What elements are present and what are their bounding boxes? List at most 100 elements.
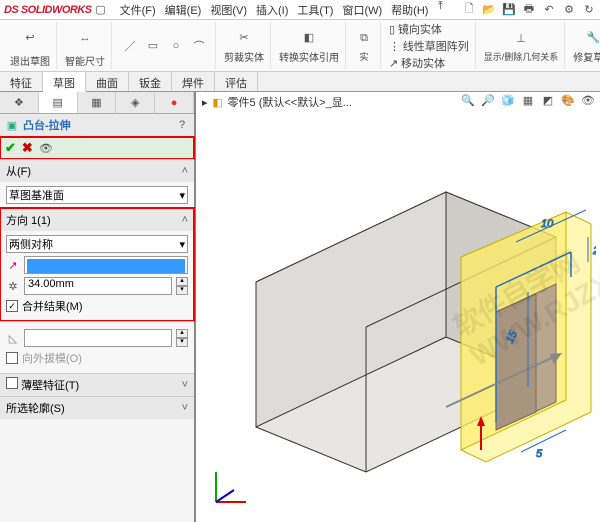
ribbon-trim[interactable]: ✂剪裁实体 [218, 22, 271, 69]
part-icon: ◧ [211, 95, 225, 109]
model-preview: 10 2 15 5 [196, 112, 596, 512]
tree-icon: ❖ [12, 96, 26, 110]
arc-icon[interactable]: ⌒ [189, 36, 209, 56]
section-view-icon[interactable]: ◩ [540, 92, 556, 108]
line-icon[interactable]: ／ [120, 36, 140, 56]
print-icon[interactable]: 🖶 [522, 3, 536, 17]
menu-insert[interactable]: 插入(I) [252, 0, 292, 20]
app-logo: DS SOLIDWORKS [4, 4, 92, 16]
preview-icon[interactable]: 👁 [39, 141, 53, 155]
menu-file[interactable]: 文件(F) [116, 0, 160, 20]
menu-edit[interactable]: 编辑(E) [161, 0, 206, 20]
collapse-icon: ˄ [182, 214, 188, 226]
dir1-type-select[interactable]: 两侧对称▾ [6, 235, 188, 253]
graphics-view[interactable]: ▸ ◧ 零件5 (默认<<默认>_显... 🔍 🔎 🧊 ▦ ◩ 🎨 👁 [196, 92, 600, 522]
feature-title: ▣ 凸台-拉伸 ? [0, 114, 194, 137]
from-select[interactable]: 草图基准面▾ [6, 186, 188, 204]
appearance-icon: ● [167, 96, 181, 110]
menu-view[interactable]: 视图(V) [206, 0, 251, 20]
direction-ref-input[interactable] [24, 256, 188, 274]
chevron-down-icon: ▾ [179, 238, 185, 251]
draft-input[interactable] [24, 329, 172, 347]
new-doc-icon[interactable]: 🗋 [462, 3, 476, 17]
panel-tabs: ❖ ▤ ▦ ◈ ● [0, 92, 194, 114]
draft-out-checkbox[interactable] [6, 352, 18, 364]
menu-tools[interactable]: 工具(T) [293, 0, 337, 20]
chevron-down-icon: ▾ [179, 189, 185, 202]
section-dir1-header[interactable]: 方向 1(1)˄ [0, 209, 194, 231]
zoom-area-icon[interactable]: 🔎 [480, 92, 496, 108]
thin-checkbox[interactable] [6, 377, 18, 389]
tab-surface[interactable]: 曲面 [86, 72, 129, 91]
ribbon-offset[interactable]: ⧉实 [348, 22, 381, 69]
menu-window[interactable]: 窗口(W) [338, 0, 386, 20]
menu-help[interactable]: 帮助(H) [387, 0, 432, 20]
confirm-row: ✔ ✖ 👁 [0, 137, 194, 159]
view-triad[interactable] [206, 462, 256, 512]
open-icon[interactable]: 📂 [482, 3, 496, 17]
ribbon-mirror[interactable]: ▯ 镜向实体 ⋮ 线性草图阵列 ↗ 移动实体 [383, 22, 476, 69]
undo-icon[interactable]: ↶ [542, 3, 556, 17]
depth-spinner[interactable]: ▴▾ [176, 277, 188, 295]
section-from-header[interactable]: 从(F)˄ [0, 160, 194, 182]
ribbon-convert[interactable]: ◧转换实体引用 [273, 22, 346, 69]
ok-button[interactable]: ✔ [5, 140, 16, 156]
section-thin: 薄壁特征(T) ˅ [0, 373, 194, 396]
svg-text:2: 2 [592, 245, 596, 257]
panel-tab-dim[interactable]: ◈ [116, 92, 155, 113]
section-from: 从(F)˄ 草图基准面▾ [0, 159, 194, 208]
merge-label: 合并结果(M) [22, 298, 83, 314]
breadcrumb[interactable]: ▸ ◧ 零件5 (默认<<默认>_显... [202, 94, 352, 110]
tab-weldment[interactable]: 焊件 [172, 72, 215, 91]
relations-icon: ⊥ [511, 29, 531, 49]
convert-icon: ◧ [299, 28, 319, 48]
panel-tab-appearance[interactable]: ● [155, 92, 194, 113]
breadcrumb-expand-icon[interactable]: ▸ [202, 96, 208, 109]
ribbon-relations[interactable]: ⊥显示/删除几何关系 [478, 22, 566, 69]
feature-name: 凸台-拉伸 [23, 117, 71, 133]
tab-feature[interactable]: 特征 [0, 72, 43, 91]
ribbon-exit-sketch[interactable]: ↩退出草图 [4, 22, 57, 69]
pattern-icon: ⋮ [389, 41, 400, 53]
ribbon-repair[interactable]: 🔧修复草图 [567, 22, 600, 69]
hide-show-icon[interactable]: 👁 [580, 92, 596, 108]
panel-tab-tree[interactable]: ❖ [0, 92, 39, 113]
section-thin-header[interactable]: 薄壁特征(T) ˅ [0, 374, 194, 396]
new-icon[interactable]: ▢ [94, 3, 108, 17]
view-orient-icon[interactable]: 🧊 [500, 92, 516, 108]
repair-icon: 🔧 [583, 28, 600, 48]
mirror-icon: ▯ [389, 24, 395, 36]
depth-input[interactable]: 34.00mm [24, 277, 172, 295]
rebuild-icon[interactable]: ↻ [582, 3, 596, 17]
svg-text:5: 5 [536, 448, 543, 460]
tab-evaluate[interactable]: 评估 [215, 72, 258, 91]
scene-icon[interactable]: 🎨 [560, 92, 576, 108]
rect-icon[interactable]: ▭ [143, 36, 163, 56]
circle-icon[interactable]: ○ [166, 36, 186, 56]
options-icon[interactable]: ⚙ [562, 3, 576, 17]
zoom-fit-icon[interactable]: 🔍 [460, 92, 476, 108]
menu-pin-icon[interactable]: ⤒ [433, 0, 447, 14]
config-icon: ▦ [89, 96, 103, 110]
svg-text:10: 10 [541, 218, 554, 230]
display-style-icon[interactable]: ▦ [520, 92, 536, 108]
depth-icon: ✲ [6, 279, 20, 293]
direction-arrow-icon[interactable]: ↗ [6, 258, 20, 272]
draft-spinner[interactable]: ▴▾ [176, 329, 188, 347]
section-draft: ◺ ▴▾ 向外拔模(O) [0, 321, 194, 373]
cancel-button[interactable]: ✖ [22, 140, 33, 156]
tab-sheetmetal[interactable]: 钣金 [129, 72, 172, 91]
tab-sketch[interactable]: 草图 [43, 72, 86, 92]
exit-sketch-icon: ↩ [16, 24, 44, 52]
property-icon: ▤ [51, 96, 65, 110]
draft-icon[interactable]: ◺ [6, 331, 20, 345]
panel-tab-config[interactable]: ▦ [78, 92, 117, 113]
panel-tab-property[interactable]: ▤ [39, 92, 78, 113]
pattern-label: ⋮ 线性草图阵列 [389, 38, 469, 54]
ribbon-sketch-tools[interactable]: ／ ▭ ○ ⌒ [114, 22, 216, 69]
help-icon[interactable]: ? [175, 118, 189, 132]
ribbon-smart-dim[interactable]: ↔智能尺寸 [59, 22, 112, 69]
section-contours-header[interactable]: 所选轮廓(S)˅ [0, 397, 194, 419]
merge-checkbox[interactable]: ✓ [6, 300, 18, 312]
save-icon[interactable]: 💾 [502, 3, 516, 17]
